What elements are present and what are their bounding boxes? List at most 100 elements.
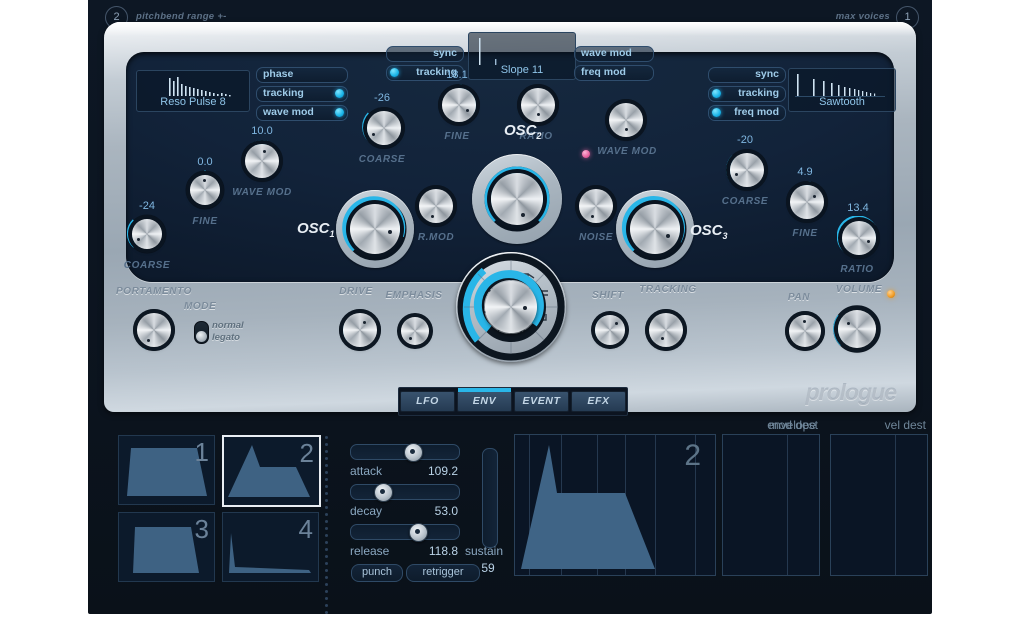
- cutoff-knob[interactable]: [485, 281, 537, 333]
- osc3-wave-display[interactable]: Sawtooth: [788, 68, 896, 112]
- osc2-fine-knob[interactable]: [442, 88, 476, 122]
- emphasis-knob[interactable]: [401, 317, 429, 345]
- osc1-wavemod-led: [335, 108, 344, 117]
- emphasis-label: EMPHASIS: [385, 290, 443, 301]
- tab-bar: LFO ENV EVENT EFX: [398, 387, 628, 416]
- osc2-wave-display[interactable]: Slope 11: [468, 32, 576, 80]
- osc3-tracking-button[interactable]: tracking: [708, 86, 786, 102]
- tracking-label: TRACKING: [639, 284, 697, 295]
- osc2-coarse-knob[interactable]: [367, 111, 401, 145]
- osc1-wavemod-label: WAVE MOD: [232, 187, 292, 198]
- sustain-label: sustain: [465, 544, 504, 558]
- release-slider-grip[interactable]: [409, 523, 428, 542]
- envelope-section: 1 2 3 4 attack 109.2 decay 53.0 release …: [118, 418, 928, 614]
- osc3-wave-name: Sawtooth: [819, 96, 865, 108]
- tab-efx[interactable]: EFX: [571, 391, 626, 412]
- noise-knob[interactable]: [579, 189, 613, 223]
- env-preset-2[interactable]: 2: [222, 435, 321, 507]
- release-slider[interactable]: [350, 523, 460, 542]
- env-preset-3[interactable]: 3: [118, 512, 215, 582]
- separator-dots: [325, 436, 328, 618]
- env-preset-1[interactable]: 1: [118, 435, 215, 505]
- osc2-wavemod-button[interactable]: wave mod: [574, 46, 654, 62]
- envelope-display[interactable]: 2: [514, 434, 716, 576]
- attack-slider[interactable]: [350, 443, 460, 462]
- osc3-level-knob[interactable]: [630, 204, 680, 254]
- osc2-coarse-value: -26: [374, 92, 390, 104]
- tab-event[interactable]: EVENT: [514, 391, 569, 412]
- osc2-ratio-knob[interactable]: [521, 88, 555, 122]
- osc3-name: OSC3: [690, 222, 728, 241]
- osc2-name-text: OSC: [504, 122, 537, 139]
- envelope-display-number: 2: [684, 439, 701, 472]
- volume-knob[interactable]: [838, 310, 876, 348]
- noise-label: NOISE: [578, 232, 614, 243]
- mode-option-legato[interactable]: legato: [212, 332, 240, 343]
- osc1-wavemod-button[interactable]: wave mod: [256, 105, 348, 121]
- osc2-wavemod-knob2[interactable]: [609, 103, 643, 137]
- mod-dest-display[interactable]: [722, 434, 820, 576]
- osc1-tracking-label: tracking: [263, 87, 304, 99]
- osc3-freqmod-led: [712, 108, 721, 117]
- osc3-coarse-knob[interactable]: [730, 153, 764, 187]
- rmod-label: R.MOD: [417, 232, 455, 243]
- osc3-ratio-label: RATIO: [840, 264, 874, 275]
- osc2-sync-button[interactable]: sync: [386, 46, 464, 62]
- sustain-slider[interactable]: [482, 448, 498, 548]
- osc1-name-text: OSC: [297, 220, 330, 237]
- portamento-knob[interactable]: [137, 313, 171, 347]
- mode-option-normal[interactable]: normal: [212, 320, 244, 331]
- osc2-level-knob[interactable]: [491, 173, 543, 225]
- sustain-value: 59: [481, 561, 495, 575]
- env-preset-3-number: 3: [194, 514, 209, 544]
- osc2-fine-label: FINE: [444, 131, 470, 142]
- env-preset-4-number: 4: [298, 514, 313, 544]
- synth-window: 2 pitchbend range +- max voices 1 Reso P…: [0, 0, 1024, 614]
- mode-toggle-switch[interactable]: [194, 321, 209, 344]
- mode-toggle-cap: [196, 331, 207, 342]
- osc1-wave-name: Reso Pulse 8: [160, 96, 226, 108]
- osc2-tracking-led: [390, 68, 399, 77]
- tab-lfo[interactable]: LFO: [400, 391, 455, 412]
- max-voices-label: max voices: [835, 11, 890, 22]
- osc3-freqmod-button[interactable]: freq mod: [708, 105, 786, 121]
- punch-button[interactable]: punch: [351, 564, 403, 582]
- osc3-index: 3: [722, 231, 728, 241]
- osc3-coarse-label: COARSE: [721, 196, 769, 207]
- osc3-fine-label: FINE: [792, 228, 818, 239]
- osc1-fine-value: 0.0: [197, 156, 213, 168]
- rmod-knob[interactable]: [419, 189, 453, 223]
- osc3-ratio-value: 13.4: [847, 202, 869, 214]
- decay-label: decay: [350, 504, 383, 518]
- osc1-phase-label: phase: [263, 68, 294, 80]
- osc1-tracking-button[interactable]: tracking: [256, 86, 348, 102]
- decay-slider[interactable]: [350, 483, 460, 502]
- osc1-phase-button[interactable]: phase: [256, 67, 348, 83]
- shift-knob[interactable]: [595, 315, 625, 345]
- tracking-knob[interactable]: [649, 313, 683, 347]
- drive-knob[interactable]: [343, 313, 377, 347]
- osc1-wavemod-knob[interactable]: [245, 144, 279, 178]
- osc3-tracking-led: [712, 89, 721, 98]
- tab-env[interactable]: ENV: [457, 388, 512, 412]
- osc1-level-knob[interactable]: [350, 204, 400, 254]
- osc3-sync-button[interactable]: sync: [708, 67, 786, 83]
- pan-knob[interactable]: [789, 315, 821, 347]
- osc2-sync-label: sync: [433, 47, 457, 59]
- osc2-name: OSC2: [504, 122, 542, 141]
- osc3-fine-knob[interactable]: [790, 185, 824, 219]
- osc2-freqmod-button[interactable]: freq mod: [574, 65, 654, 81]
- env-preset-4[interactable]: 4: [222, 512, 319, 582]
- vel-dest-display[interactable]: [830, 434, 928, 576]
- osc1-coarse-knob[interactable]: [132, 219, 162, 249]
- osc3-name-text: OSC: [690, 222, 723, 239]
- osc1-fine-label: FINE: [192, 216, 218, 227]
- osc2-coarse-label: COARSE: [358, 154, 406, 165]
- osc1-wave-display[interactable]: Reso Pulse 8: [136, 70, 250, 112]
- osc1-coarse-value: -24: [139, 200, 155, 212]
- attack-slider-grip[interactable]: [404, 443, 423, 462]
- osc3-ratio-knob[interactable]: [842, 221, 876, 255]
- filter-type-wheel[interactable]: [456, 252, 566, 362]
- decay-slider-grip[interactable]: [374, 483, 393, 502]
- osc1-fine-knob[interactable]: [190, 175, 220, 205]
